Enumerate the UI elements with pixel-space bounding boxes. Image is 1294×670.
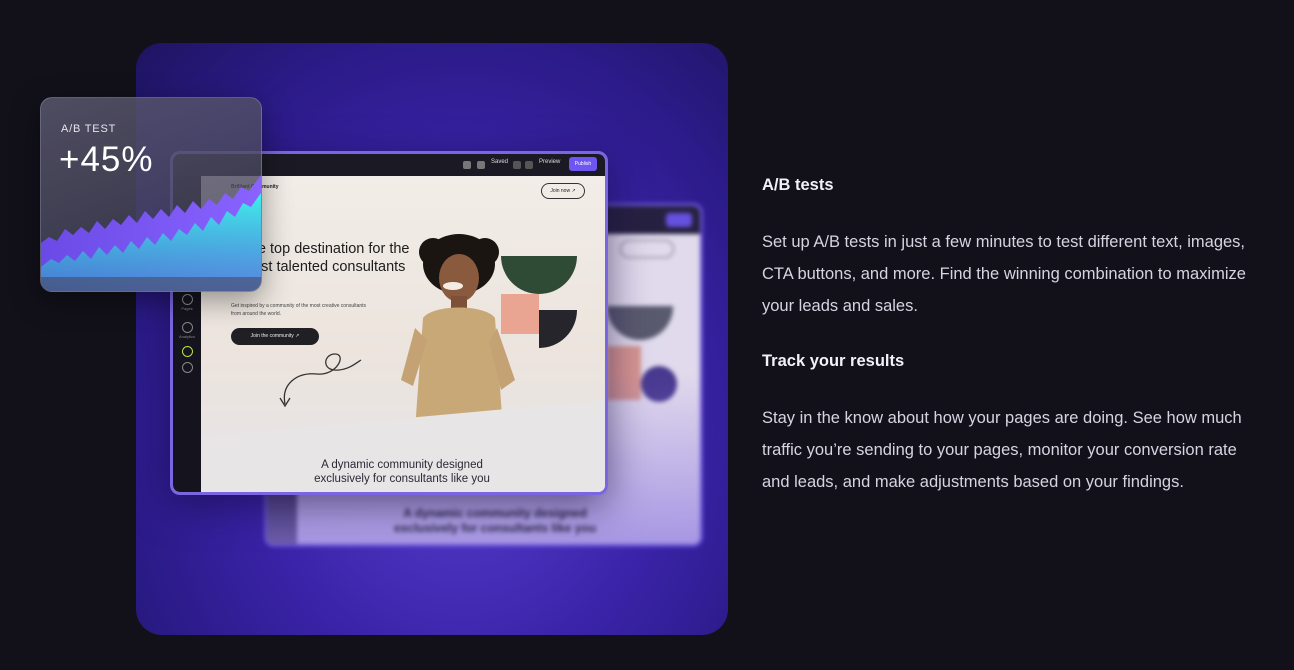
redo-icon xyxy=(525,161,533,169)
undo-icon xyxy=(513,161,521,169)
ab-test-label: A/B TEST xyxy=(61,123,117,135)
decor-shape-dark xyxy=(539,310,577,348)
ab-test-chart xyxy=(41,175,261,291)
analytics-icon xyxy=(182,322,193,333)
curly-arrow-icon xyxy=(279,353,362,408)
sidebar-label: Pages xyxy=(181,306,193,311)
preview-label: Preview xyxy=(539,159,561,165)
publish-button: Publish xyxy=(569,157,597,171)
track-results-heading: Track your results xyxy=(762,352,905,370)
power-icon xyxy=(182,362,193,373)
back-join-pill xyxy=(620,240,674,258)
mobile-icon xyxy=(477,161,485,169)
site-cta-button: Join the community ↗ xyxy=(231,328,319,345)
ab-test-card: A/B TEST +45% xyxy=(40,97,262,292)
sidebar-label: Analytics xyxy=(178,334,195,339)
saved-label: Saved xyxy=(491,159,509,165)
back-bottom-text: A dynamic community designed exclusively… xyxy=(393,506,597,535)
back-publish-button xyxy=(666,213,692,227)
join-now-pill: Join now ↗ xyxy=(541,183,585,199)
site-headline: The top destination for the most talente… xyxy=(241,241,410,275)
track-results-body: Stay in the know about how your pages ar… xyxy=(762,409,1242,491)
refresh-icon xyxy=(182,346,193,357)
ab-tests-body: Set up A/B tests in just a few minutes t… xyxy=(762,233,1246,315)
desktop-icon xyxy=(463,161,471,169)
site-bottom-text: A dynamic community designed exclusively… xyxy=(314,459,490,485)
back-shape xyxy=(607,306,673,340)
site-subline: Get inspired by a community of the most … xyxy=(231,303,367,317)
pages-icon xyxy=(182,294,193,305)
person-photo xyxy=(401,234,515,430)
ab-tests-heading: A/B tests xyxy=(762,176,834,194)
